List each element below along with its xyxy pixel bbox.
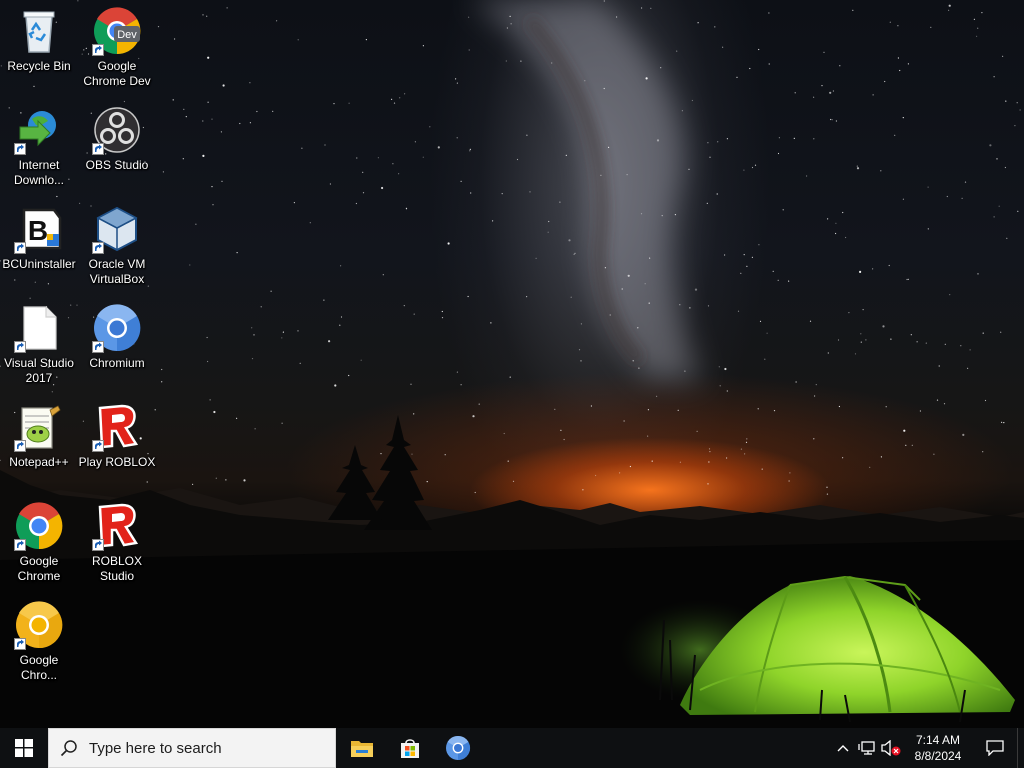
shortcut-arrow-icon (14, 242, 26, 254)
windows-start-icon (15, 739, 33, 757)
start-button[interactable] (0, 728, 48, 768)
icon-label: Google Chrome (17, 554, 61, 583)
action-center-icon (986, 740, 1004, 756)
desktop-icon-obs-studio[interactable]: OBS Studio (78, 101, 156, 193)
shortcut-arrow-icon (14, 440, 26, 452)
desktop-icon-notepad-plus-plus[interactable]: Notepad++ (0, 398, 78, 490)
desktop-icon-bcuninstaller[interactable]: B BCUninstaller (0, 200, 78, 292)
shortcut-arrow-icon (92, 539, 104, 551)
taskbar: Type here to search 7:14 AM 8/8/2024 (0, 728, 1024, 768)
tray-volume[interactable] (879, 728, 903, 768)
taskbar-clock[interactable]: 7:14 AM 8/8/2024 (903, 732, 973, 764)
system-tray: 7:14 AM 8/8/2024 (831, 728, 1024, 768)
tray-show-hidden-icons[interactable] (831, 728, 855, 768)
microsoft-store-icon (401, 739, 419, 758)
show-desktop-button[interactable] (1017, 728, 1024, 768)
icon-label: Internet Downlo... (13, 158, 65, 187)
search-icon (60, 740, 77, 757)
action-center-button[interactable] (973, 728, 1017, 768)
shortcut-arrow-icon (92, 143, 104, 155)
clock-time: 7:14 AM (915, 733, 961, 747)
svg-text:B: B (28, 215, 48, 246)
desktop-icon-internet-download-manager[interactable]: Internet Downlo... (0, 101, 78, 193)
icon-label: Google Chro... (19, 653, 59, 682)
icon-label: Visual Studio 2017 (4, 356, 74, 385)
desktop-icon-google-chrome[interactable]: Google Chrome (0, 497, 78, 589)
desktop-icon-recycle-bin[interactable]: Recycle Bin (0, 2, 78, 94)
shortcut-arrow-icon (92, 440, 104, 452)
desktop-icon-visual-studio-2017[interactable]: Visual Studio 2017 (0, 299, 78, 391)
search-placeholder: Type here to search (89, 739, 222, 757)
icon-label: Recycle Bin (7, 59, 71, 73)
icon-label: OBS Studio (85, 158, 149, 172)
taskbar-microsoft-store[interactable] (386, 728, 434, 768)
icon-label: BCUninstaller (2, 257, 76, 271)
recycle-bin-icon (23, 11, 55, 53)
icon-label: ROBLOX Studio (91, 554, 142, 583)
volume-muted-icon (881, 740, 901, 756)
desktop-icon-google-chrome-canary[interactable]: Google Chro... (0, 596, 78, 688)
file-explorer-icon (351, 741, 373, 757)
tray-network[interactable] (855, 728, 879, 768)
taskbar-file-explorer[interactable] (338, 728, 386, 768)
icon-label: Notepad++ (9, 455, 69, 469)
icon-label: Play ROBLOX (78, 455, 156, 469)
clock-date: 8/8/2024 (914, 749, 962, 763)
shortcut-arrow-icon (14, 638, 26, 650)
chevron-up-icon (837, 745, 849, 752)
icon-label: Oracle VM VirtualBox (88, 257, 146, 286)
taskbar-chromium[interactable] (434, 728, 482, 768)
network-icon (858, 741, 875, 755)
icon-label: Chromium (89, 356, 145, 370)
svg-text:Dev: Dev (117, 29, 137, 41)
chromium-icon (446, 735, 471, 760)
shortcut-arrow-icon (14, 539, 26, 551)
shortcut-arrow-icon (92, 242, 104, 254)
desktop-icon-virtualbox[interactable]: Oracle VM VirtualBox (78, 200, 156, 292)
shortcut-arrow-icon (14, 143, 26, 155)
shortcut-arrow-icon (92, 341, 104, 353)
shortcut-arrow-icon (14, 341, 26, 353)
taskbar-search-box[interactable]: Type here to search (48, 728, 336, 768)
desktop-icon-chromium[interactable]: Chromium (78, 299, 156, 391)
desktop-icon-chrome-dev[interactable]: Dev Google Chrome Dev (78, 2, 156, 94)
icon-label: Google Chrome Dev (83, 59, 151, 88)
desktop-icon-play-roblox[interactable]: Play ROBLOX (78, 398, 156, 490)
shortcut-arrow-icon (92, 44, 104, 56)
desktop-icon-roblox-studio[interactable]: ROBLOX Studio (78, 497, 156, 589)
